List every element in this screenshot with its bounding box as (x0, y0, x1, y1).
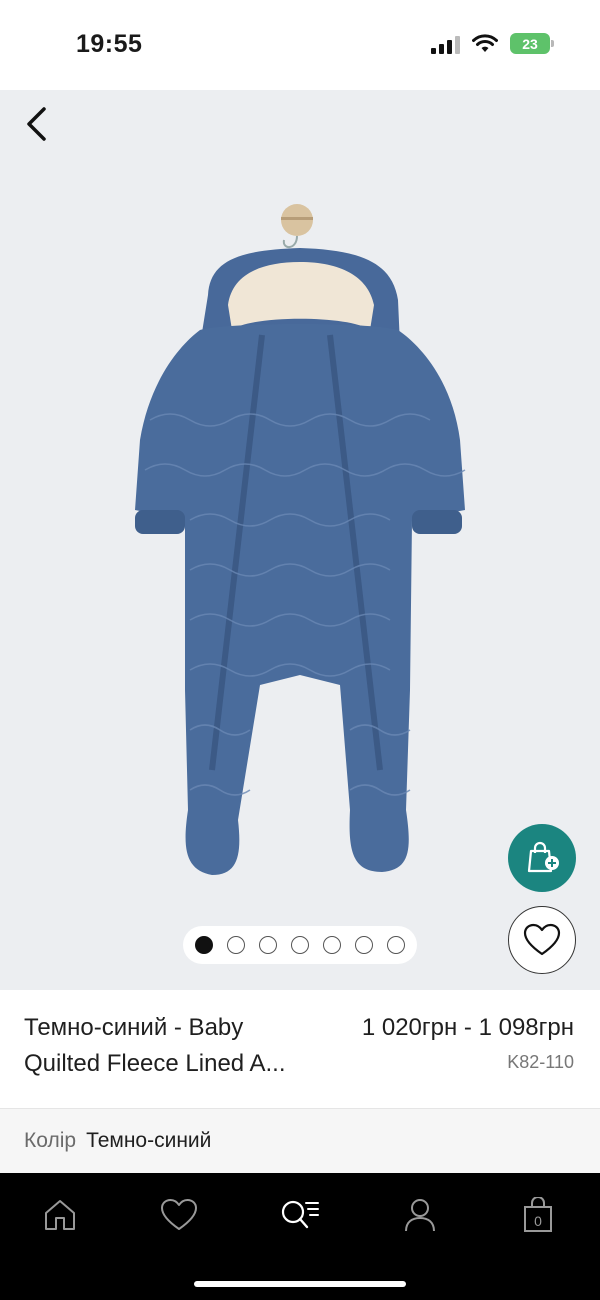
pagination-dot[interactable] (195, 936, 213, 954)
nav-account[interactable] (400, 1195, 440, 1235)
product-sku: K82-110 (507, 1052, 574, 1072)
product-info: Темно-синий - Baby Quilted Fleece Lined … (0, 990, 600, 1108)
search-icon (281, 1200, 319, 1229)
status-time: 19:55 (76, 30, 143, 58)
bag-icon: 0 (524, 1197, 552, 1232)
bag-count: 0 (534, 1213, 542, 1229)
color-value: Темно-синий (86, 1129, 212, 1152)
home-icon (45, 1200, 75, 1230)
heart-icon (523, 923, 561, 956)
cellular-signal-icon (431, 34, 460, 54)
nav-search[interactable] (280, 1195, 320, 1235)
pagination-dot[interactable] (323, 936, 341, 954)
pagination-dot[interactable] (259, 936, 277, 954)
chevron-left-icon (27, 107, 46, 141)
bag-add-icon (527, 841, 559, 873)
nav-home[interactable] (40, 1195, 80, 1235)
product-gallery[interactable] (0, 90, 600, 990)
pagination-dot[interactable] (227, 936, 245, 954)
account-icon (405, 1199, 435, 1232)
pagination-dot[interactable] (387, 936, 405, 954)
battery-icon: 23 (510, 33, 554, 54)
heart-icon (161, 1199, 197, 1230)
add-to-favourites-button[interactable] (508, 906, 576, 974)
gallery-pagination (183, 926, 417, 964)
pagination-dot[interactable] (355, 936, 373, 954)
add-to-bag-button[interactable] (508, 824, 576, 892)
status-bar: 19:55 23 (0, 0, 600, 90)
bottom-navigation: 0 (0, 1173, 600, 1300)
product-title-line2: Quilted Fleece Lined A... (24, 1050, 286, 1077)
color-label: Колір (24, 1129, 77, 1152)
status-indicators: 23 (431, 33, 554, 54)
nav-favourites[interactable] (159, 1195, 199, 1235)
product-title-line1: Темно-синий - Baby (24, 1014, 244, 1041)
product-price: 1 020грн - 1 098грн (361, 1014, 574, 1041)
product-title: Темно-синий - Baby Quilted Fleece Lined … (24, 1010, 334, 1082)
home-indicator (194, 1281, 406, 1287)
battery-level: 23 (522, 35, 538, 52)
nav-bag[interactable]: 0 (518, 1195, 558, 1235)
pagination-dot[interactable] (291, 936, 309, 954)
back-button[interactable] (16, 104, 56, 144)
wifi-icon (472, 33, 498, 52)
color-selector[interactable]: Колір Темно-синий (0, 1109, 600, 1173)
